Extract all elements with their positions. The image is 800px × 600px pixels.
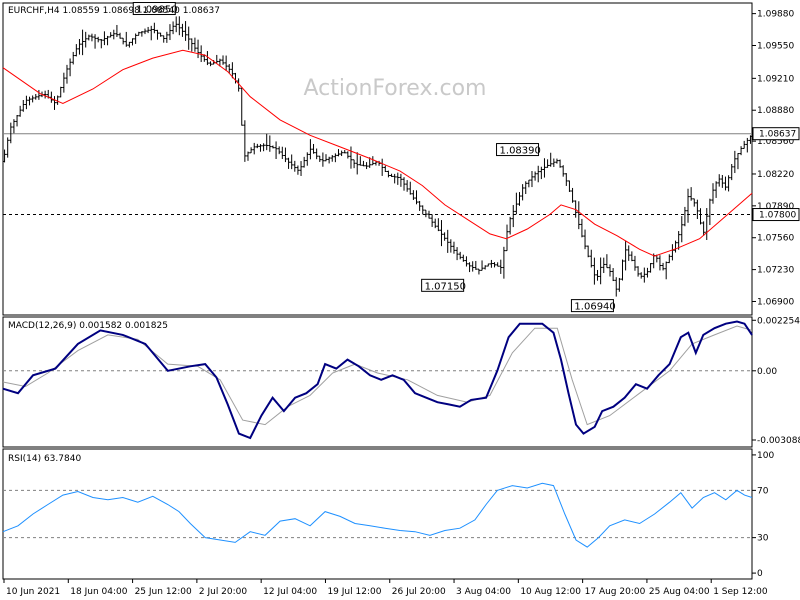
time-tick-label: 3 Aug 04:00 (456, 587, 511, 597)
time-tick-label: 18 Jun 04:00 (70, 587, 127, 597)
time-tick-label: 17 Aug 20:00 (585, 587, 646, 597)
time-tick-label: 2 Jul 20:00 (199, 587, 248, 597)
price-tick-label: 1.08880 (757, 106, 794, 116)
macd-tick-label: 0.002254 (757, 316, 800, 326)
price-callout: 1.06940 (570, 299, 616, 313)
rsi-tick-label: 30 (757, 534, 769, 544)
time-tick-label: 10 Jun 2021 (6, 587, 60, 597)
price-callout: 1.07150 (421, 278, 466, 292)
forex-chart: ActionForex.com 1.098501.083901.071501.0… (0, 0, 800, 600)
price-tick-label: 1.09210 (757, 74, 794, 84)
rsi-tick-label: 100 (757, 451, 774, 461)
rsi-panel-title: RSI(14) 63.7840 (8, 454, 81, 464)
watermark: ActionForex.com (304, 76, 487, 101)
rsi-tick-label: 0 (757, 569, 763, 579)
macd-panel-title: MACD(12,26,9) 0.001582 0.001825 (8, 321, 168, 331)
price-tick-label: 1.07230 (757, 266, 794, 276)
time-tick-label: 1 Sep 12:00 (713, 587, 768, 597)
price-callout: 1.08390 (496, 143, 541, 157)
current-price-label: 1.08637 (759, 130, 796, 140)
time-tick-label: 25 Jun 12:00 (135, 587, 192, 597)
macd-tick-label: -0.003088 (757, 436, 800, 446)
rsi-tick-label: 70 (757, 486, 769, 496)
price-callout-label: 1.08390 (500, 146, 541, 157)
time-tick-label: 25 Aug 04:00 (649, 587, 710, 597)
price-tick-label: 1.07560 (757, 234, 794, 244)
time-tick-label: 10 Aug 12:00 (520, 587, 581, 597)
price-tick-label: 1.06900 (757, 297, 794, 307)
time-tick-label: 12 Jul 04:00 (263, 587, 317, 597)
price-callout-label: 1.06940 (574, 302, 615, 313)
price-panel-title: EURCHF,H4 1.08559 1.08698 1.08540 1.0863… (8, 6, 220, 16)
macd-tick-label: 0.00 (757, 367, 777, 377)
price-tick-label: 1.08220 (757, 170, 794, 180)
time-tick-label: 26 Jul 20:00 (392, 587, 446, 597)
time-tick-label: 19 Jul 12:00 (327, 587, 381, 597)
price-tick-label: 1.09880 (757, 10, 794, 20)
level-price-label: 1.07800 (759, 211, 796, 221)
price-tick-label: 1.09550 (757, 42, 794, 52)
price-callout-label: 1.07150 (425, 281, 466, 292)
